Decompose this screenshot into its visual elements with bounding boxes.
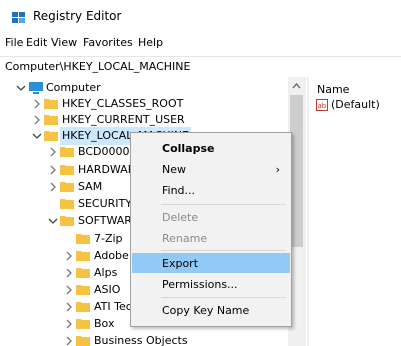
menu-item-export[interactable]: Export: [132, 253, 290, 273]
menu-item-new[interactable]: New ›: [132, 159, 290, 179]
tree-item-label: SOFTWAR: [78, 214, 132, 227]
tree-item-label: Box: [94, 317, 115, 330]
tree-item-business-objects[interactable]: Business Objects: [0, 332, 288, 346]
chevron-right-icon[interactable]: [48, 143, 58, 161]
computer-icon: [29, 82, 43, 94]
tree-item-label: Alps: [94, 266, 118, 279]
menu-item-collapse[interactable]: Collapse: [132, 138, 290, 158]
tree-item-label: 7-Zip: [94, 232, 123, 245]
submenu-arrow-icon: ›: [275, 163, 280, 176]
menu-item-copy-key-name[interactable]: Copy Key Name: [132, 300, 290, 320]
menu-favorites[interactable]: Favorites: [83, 36, 133, 49]
tree-item-label: Business Objects: [94, 334, 188, 346]
chevron-right-icon[interactable]: [64, 298, 74, 316]
chevron-right-icon[interactable]: [48, 178, 58, 196]
menu-edit[interactable]: Edit: [26, 36, 47, 49]
context-menu: Collapse New › Find... Delete Rename Exp…: [130, 132, 292, 327]
scroll-up-arrow-icon[interactable]: [290, 80, 303, 92]
folder-icon: [76, 319, 90, 329]
folder-icon: [60, 182, 74, 192]
menu-file[interactable]: File: [5, 36, 23, 49]
tree-item-label: HARDWAR: [78, 163, 136, 176]
folder-icon: [60, 165, 74, 175]
chevron-right-icon[interactable]: [48, 161, 58, 179]
tree-item-label: Adobe: [94, 249, 129, 262]
folder-icon: [76, 268, 90, 278]
folder-icon: [44, 99, 58, 109]
menu-separator: [161, 250, 286, 251]
menu-item-permissions[interactable]: Permissions...: [132, 274, 290, 294]
value-name[interactable]: (Default): [331, 98, 380, 111]
string-value-icon: ab: [316, 99, 328, 111]
chevron-right-icon[interactable]: [64, 281, 74, 299]
folder-icon: [76, 302, 90, 312]
folder-icon: [76, 251, 90, 261]
column-header-name[interactable]: Name: [317, 83, 349, 96]
menu-view[interactable]: View: [51, 36, 77, 49]
folder-open-icon: [44, 131, 58, 141]
folder-icon: [60, 199, 74, 209]
folder-open-icon: [60, 216, 74, 226]
menu-help[interactable]: Help: [138, 36, 163, 49]
chevron-right-icon[interactable]: [64, 247, 74, 265]
menu-item-delete: Delete: [162, 211, 199, 224]
svg-text:ab: ab: [318, 102, 327, 110]
chevron-down-icon[interactable]: [48, 212, 58, 230]
folder-icon: [76, 234, 90, 244]
folder-icon: [76, 336, 90, 346]
registry-editor-icon: [12, 12, 25, 23]
folder-icon: [44, 115, 58, 125]
chevron-right-icon[interactable]: [64, 332, 74, 346]
window-title: Registry Editor: [33, 9, 122, 23]
tree-item-label: ATI Tec: [94, 300, 132, 313]
menu-item-rename: Rename: [162, 232, 208, 245]
folder-icon: [60, 147, 74, 157]
values-pane[interactable]: [309, 77, 401, 346]
tree-item-label: SAM: [78, 180, 103, 193]
menu-separator: [161, 204, 286, 205]
menu-bar: File Edit View Favorites Help: [0, 30, 401, 54]
address-bar[interactable]: Computer\HKEY_LOCAL_MACHINE: [0, 56, 401, 78]
address-path[interactable]: Computer\HKEY_LOCAL_MACHINE: [5, 60, 190, 73]
chevron-right-icon[interactable]: [64, 315, 74, 333]
tree-item-label: ASIO: [94, 283, 121, 296]
menu-separator: [161, 297, 286, 298]
tree-item-label: SECURITY: [78, 197, 132, 210]
folder-icon: [76, 285, 90, 295]
menu-item-find[interactable]: Find...: [132, 180, 290, 200]
chevron-right-icon[interactable]: [64, 264, 74, 282]
